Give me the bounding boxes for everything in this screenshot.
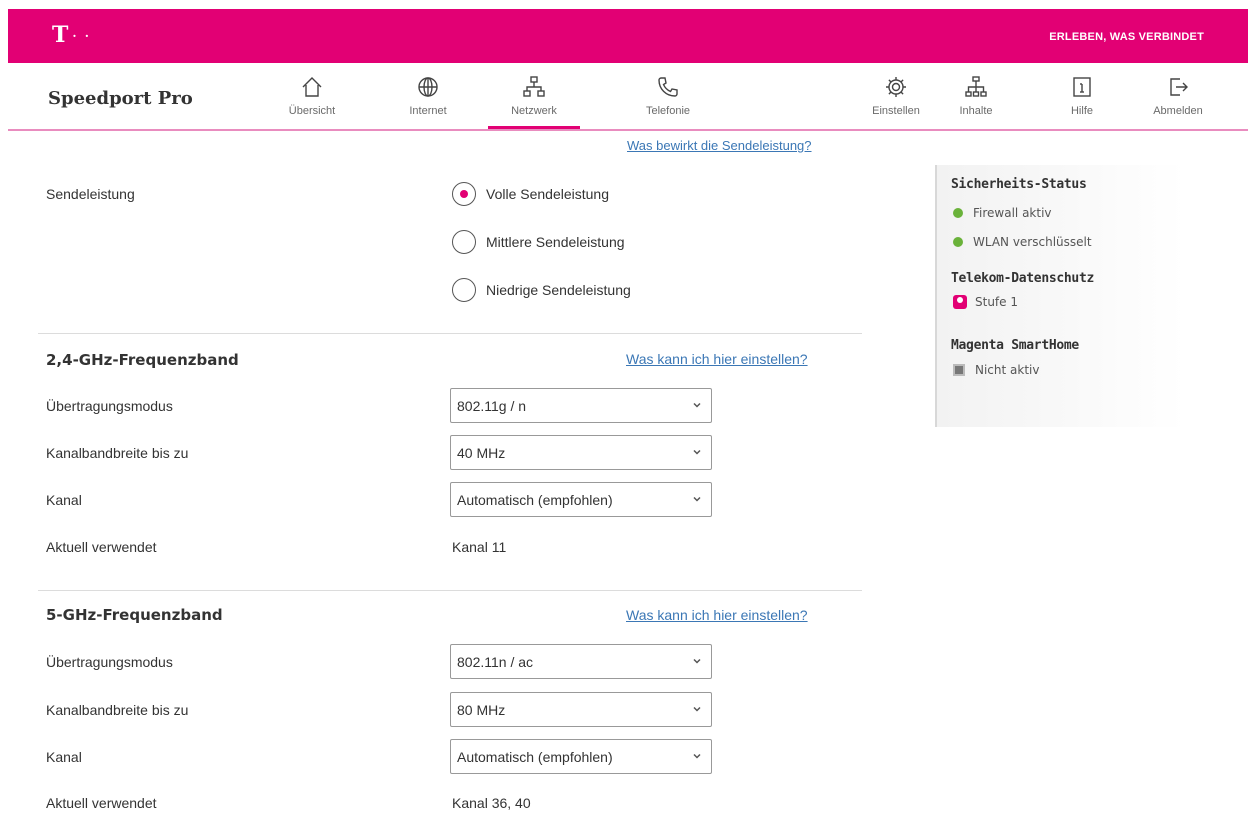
select-value: 802.11n / ac [457, 654, 534, 670]
smarthome-status: Nicht aktiv [953, 363, 1039, 377]
nav-item-internet[interactable]: Internet [382, 73, 474, 129]
radio-circle [452, 278, 476, 302]
band5-mode-select[interactable]: 802.11n / ac [450, 644, 712, 679]
network-icon [523, 76, 545, 97]
status-ok-icon [953, 237, 963, 247]
status-sidebar: Sicherheits-Status Firewall aktiv WLAN v… [935, 165, 1185, 427]
privacy-title: Telekom-Datenschutz [951, 271, 1095, 286]
band24-current-label: Aktuell verwendet [46, 539, 157, 555]
chevron-down-icon [693, 753, 701, 759]
nav-item-label: Netzwerk [511, 105, 557, 117]
radio-circle [452, 230, 476, 254]
nav-item-label: Übersicht [288, 105, 336, 117]
wlan-status-text: WLAN verschlüsselt [973, 235, 1092, 249]
nav-item-label: Inhalte [959, 105, 993, 117]
select-value: Automatisch (empfohlen) [457, 749, 613, 765]
select-value: 40 MHz [457, 445, 506, 461]
nav-item-uebersicht[interactable]: Übersicht [266, 73, 358, 129]
privacy-level[interactable]: Stufe 1 [953, 295, 1018, 309]
band5-mode-label: Übertragungsmodus [46, 654, 173, 670]
chevron-down-icon [693, 496, 701, 502]
privacy-level-text: Stufe 1 [975, 295, 1018, 309]
nav-item-label: Internet [409, 105, 447, 117]
main-navigation: Speedport Pro Übersicht Internet Netzwer… [8, 63, 1248, 131]
band24-mode-label: Übertragungsmodus [46, 398, 173, 414]
globe-icon [418, 77, 438, 97]
radio-label: Volle Sendeleistung [486, 186, 609, 202]
band5-bandwidth-label: Kanalbandbreite bis zu [46, 702, 189, 718]
radio-label: Mittlere Sendeleistung [486, 234, 625, 250]
nav-item-einstellen[interactable]: Einstellen [850, 73, 942, 129]
radio-volle-sendeleistung[interactable]: Volle Sendeleistung [452, 182, 609, 206]
chevron-down-icon [693, 658, 701, 664]
wlan-status: WLAN verschlüsselt [953, 235, 1092, 249]
band5-title: 5-GHz-Frequenzband [46, 606, 223, 624]
nav-item-hilfe[interactable]: Hilfe [1036, 73, 1128, 129]
radio-mittlere-sendeleistung[interactable]: Mittlere Sendeleistung [452, 230, 625, 254]
band5-channel-select[interactable]: Automatisch (empfohlen) [450, 739, 712, 774]
chevron-down-icon [693, 449, 701, 455]
select-value: 80 MHz [457, 702, 506, 718]
nav-item-label: Hilfe [1070, 105, 1093, 117]
band24-title: 2,4-GHz-Frequenzband [46, 351, 239, 369]
privacy-badge-icon [953, 295, 967, 309]
radio-label: Niedrige Sendeleistung [486, 282, 631, 298]
telekom-logo-letter: T [52, 22, 69, 48]
band5-bandwidth-select[interactable]: 80 MHz [450, 692, 712, 727]
gear-icon [886, 77, 906, 97]
status-ok-icon [953, 208, 963, 218]
radio-circle-selected [452, 182, 476, 206]
section-divider [38, 333, 862, 334]
help-link-sendeleistung[interactable]: Was bewirkt die Sendeleistung? [627, 138, 812, 153]
band24-mode-select[interactable]: 802.11g / n [450, 388, 712, 423]
nav-item-label: Telefonie [645, 105, 691, 117]
smarthome-title: Magenta SmartHome [951, 338, 1079, 353]
product-name: Speedport Pro [48, 88, 193, 109]
select-value: 802.11g / n [457, 398, 527, 414]
home-icon [302, 77, 322, 97]
firewall-status: Firewall aktiv [953, 206, 1052, 220]
band5-current-value: Kanal 36, 40 [452, 795, 531, 811]
band24-channel-label: Kanal [46, 492, 82, 508]
nav-item-telefonie[interactable]: Telefonie [622, 73, 714, 129]
logout-icon [1170, 78, 1188, 96]
nav-item-inhalte[interactable]: Inhalte [930, 73, 1022, 129]
telekom-logo[interactable]: T · · [52, 23, 91, 48]
chevron-down-icon [693, 706, 701, 712]
nav-item-label: Einstellen [872, 105, 920, 117]
section-divider [38, 590, 862, 591]
tree-icon [965, 76, 987, 97]
band24-bandwidth-label: Kanalbandbreite bis zu [46, 445, 189, 461]
select-value: Automatisch (empfohlen) [457, 492, 613, 508]
band5-channel-label: Kanal [46, 749, 82, 765]
phone-icon [658, 77, 678, 97]
telekom-logo-dots: · · [72, 29, 91, 43]
nav-item-netzwerk[interactable]: Netzwerk [488, 73, 580, 129]
band5-current-label: Aktuell verwendet [46, 795, 157, 811]
security-status-title: Sicherheits-Status [951, 177, 1087, 192]
nav-item-label: Abmelden [1153, 105, 1203, 117]
band24-current-value: Kanal 11 [452, 539, 507, 555]
chevron-down-icon [693, 402, 701, 408]
info-icon [1073, 77, 1091, 97]
band24-bandwidth-select[interactable]: 40 MHz [450, 435, 712, 470]
help-link-band5[interactable]: Was kann ich hier einstellen? [626, 607, 808, 623]
top-brand-bar: T · · ERLEBEN, WAS VERBINDET [8, 9, 1248, 63]
inactive-square-icon [953, 364, 965, 376]
firewall-status-text: Firewall aktiv [973, 206, 1052, 220]
band24-channel-select[interactable]: Automatisch (empfohlen) [450, 482, 712, 517]
slogan: ERLEBEN, WAS VERBINDET [1049, 31, 1204, 43]
radio-niedrige-sendeleistung[interactable]: Niedrige Sendeleistung [452, 278, 631, 302]
help-link-band24[interactable]: Was kann ich hier einstellen? [626, 351, 808, 367]
sendeleistung-label: Sendeleistung [46, 186, 135, 202]
smarthome-status-text: Nicht aktiv [975, 363, 1040, 377]
nav-item-abmelden[interactable]: Abmelden [1132, 73, 1224, 129]
